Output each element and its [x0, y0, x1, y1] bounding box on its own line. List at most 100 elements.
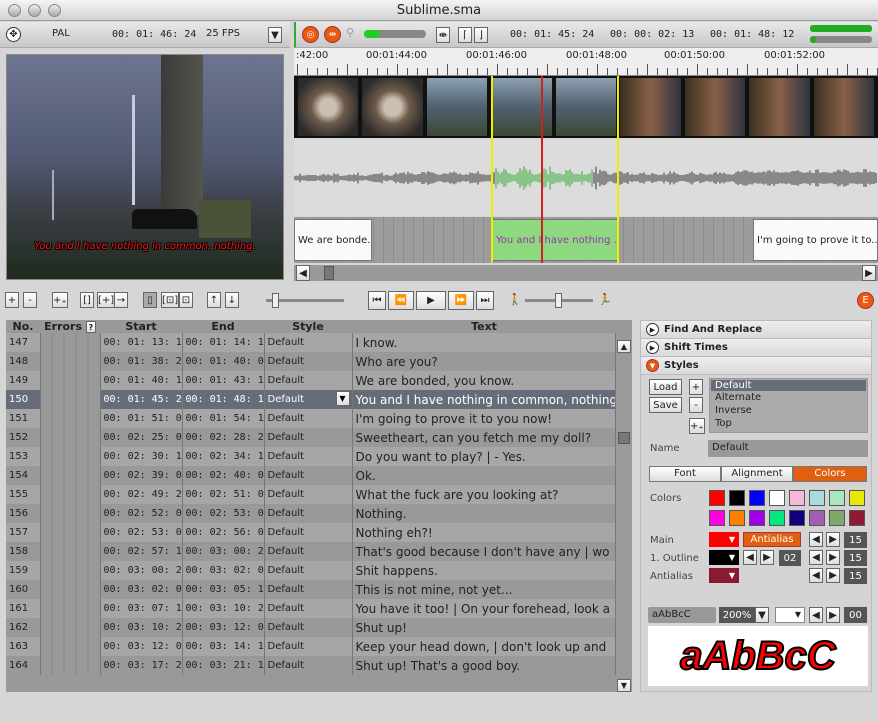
color-swatch[interactable] [789, 510, 805, 526]
table-scrollbar[interactable]: ▲ ▼ [616, 340, 632, 692]
color-swatch[interactable] [809, 510, 825, 526]
forward-button[interactable]: ⏩ [448, 291, 474, 310]
row-start[interactable]: 00: 01: 38: 21 [100, 352, 182, 371]
column-errors[interactable]: Errors ? [40, 320, 100, 333]
row-number[interactable]: 154 [6, 466, 40, 485]
table-row[interactable]: 155 00: 02: 49: 23 00: 02: 51: 08 Default Wh… [6, 485, 616, 504]
style-item[interactable]: Top [710, 417, 867, 430]
video-preview[interactable]: You and I have nothing in common, nothin… [6, 54, 284, 280]
zoom-button[interactable] [48, 4, 61, 17]
outline-alpha-decrease-button[interactable]: ◀ [809, 550, 823, 565]
row-number[interactable]: 153 [6, 447, 40, 466]
color-swatch[interactable] [729, 490, 745, 506]
color-swatch[interactable] [709, 510, 725, 526]
style-item[interactable]: Alternate [710, 392, 867, 404]
color-swatch[interactable] [849, 510, 865, 526]
row-style[interactable]: Default [264, 618, 352, 637]
row-number[interactable]: 150 [6, 390, 40, 409]
timeline-ruler[interactable]: :42:00 00:01:44:00 00:01:46:00 00:01:48:… [294, 48, 878, 76]
load-button[interactable]: Load [649, 379, 682, 395]
subtitle-segment-selected[interactable]: You and I have nothing .. [492, 219, 618, 261]
row-text[interactable]: Ok. [352, 466, 616, 485]
selection-end-marker[interactable] [617, 76, 619, 263]
row-number[interactable]: 152 [6, 428, 40, 447]
row-errors[interactable] [40, 599, 100, 618]
errors-help-button[interactable]: ? [86, 321, 96, 333]
row-text[interactable]: What the fuck are you looking at? [352, 485, 616, 504]
row-text[interactable]: Shut up! That's a good boy. [352, 656, 616, 675]
row-number[interactable]: 149 [6, 371, 40, 390]
row-number[interactable]: 158 [6, 542, 40, 561]
table-row[interactable]: 149 00: 01: 40: 10 00: 01: 43: 14 Default We… [6, 371, 616, 390]
add-button[interactable]: + [5, 292, 19, 308]
thumbnail-strip[interactable] [294, 76, 878, 138]
table-row[interactable]: 164 00: 03: 17: 21 00: 03: 21: 15 Default Sh… [6, 656, 616, 675]
row-text[interactable]: Keep your head down, | don't look up and [352, 637, 616, 656]
row-style[interactable]: Default ▼ [264, 390, 352, 409]
row-end[interactable]: 00: 03: 02: 04 [182, 561, 264, 580]
row-errors[interactable] [40, 618, 100, 637]
main-color-picker[interactable]: ▼ [709, 532, 739, 547]
row-end[interactable]: 00: 03: 14: 12 [182, 637, 264, 656]
insert-button[interactable]: +₊ [52, 292, 68, 308]
tab-colors[interactable]: Colors [793, 466, 867, 482]
close-button[interactable] [8, 4, 21, 17]
row-end[interactable]: 00: 02: 34: 10 [182, 447, 264, 466]
color-swatch[interactable] [849, 490, 865, 506]
row-number[interactable]: 164 [6, 656, 40, 675]
first-button[interactable]: ⏮ [368, 291, 386, 310]
row-number[interactable]: 155 [6, 485, 40, 504]
row-start[interactable]: 00: 02: 49: 23 [100, 485, 182, 504]
color-swatch[interactable] [809, 490, 825, 506]
volume-meter[interactable] [810, 25, 872, 32]
offset-increase-button[interactable]: ▶ [826, 607, 840, 623]
row-style[interactable]: Default [264, 485, 352, 504]
row-end[interactable]: 00: 01: 48: 12 [182, 390, 264, 409]
remove-style-button[interactable]: - [689, 397, 703, 413]
preview-zoom-dropdown[interactable]: ▼ [755, 607, 769, 623]
row-style[interactable]: Default [264, 447, 352, 466]
antialias-button[interactable]: Antialias [743, 532, 801, 547]
row-style[interactable]: Default [264, 466, 352, 485]
row-end[interactable]: 00: 02: 56: 09 [182, 523, 264, 542]
reset-button[interactable]: ⊡ [179, 292, 193, 308]
playhead[interactable] [541, 76, 543, 263]
color-swatch[interactable] [729, 510, 745, 526]
shift-times-section[interactable]: ▶ Shift Times [641, 339, 871, 357]
subtitle-segment[interactable]: I'm going to prove it to.. [753, 219, 878, 261]
row-end[interactable]: 00: 01: 14: 18 [182, 333, 264, 352]
antialias-increase-button[interactable]: ▶ [826, 568, 840, 583]
row-end[interactable]: 00: 03: 21: 15 [182, 656, 264, 675]
table-row[interactable]: 159 00: 03: 00: 22 00: 03: 02: 04 Default Sh… [6, 561, 616, 580]
selection-start-marker[interactable] [491, 76, 493, 263]
table-row[interactable]: 162 00: 03: 10: 24 00: 03: 12: 07 Default Sh… [6, 618, 616, 637]
row-end[interactable]: 00: 01: 40: 00 [182, 352, 264, 371]
row-text[interactable]: Sweetheart, can you fetch me my doll? [352, 428, 616, 447]
row-number[interactable]: 151 [6, 409, 40, 428]
color-swatch[interactable] [829, 510, 845, 526]
outline-increase-button[interactable]: ▶ [760, 550, 774, 565]
color-swatch[interactable] [749, 490, 765, 506]
row-errors[interactable] [40, 542, 100, 561]
row-errors[interactable] [40, 637, 100, 656]
row-start[interactable]: 00: 01: 45: 24 [100, 390, 182, 409]
row-text[interactable]: This is not mine, not yet... [352, 580, 616, 599]
color-swatch[interactable] [789, 490, 805, 506]
table-row[interactable]: 150 00: 01: 45: 24 00: 01: 48: 12 Default ▼ Y… [6, 390, 616, 409]
row-end[interactable]: 00: 02: 28: 22 [182, 428, 264, 447]
row-end[interactable]: 00: 02: 40: 05 [182, 466, 264, 485]
timeline-scrollbar[interactable]: ◀ ▶ [294, 265, 878, 281]
row-text[interactable]: Do you want to play? | - Yes. [352, 447, 616, 466]
row-errors[interactable] [40, 561, 100, 580]
scroll-right-button[interactable]: ▶ [862, 265, 876, 281]
background-dropdown[interactable]: ▼ [775, 607, 805, 623]
table-row[interactable]: 156 00: 02: 52: 03 00: 02: 53: 03 Default No… [6, 504, 616, 523]
table-row[interactable]: 160 00: 03: 02: 08 00: 03: 05: 15 Default Th… [6, 580, 616, 599]
row-errors[interactable] [40, 352, 100, 371]
zoom-slider[interactable] [364, 30, 426, 38]
row-start[interactable]: 00: 03: 02: 08 [100, 580, 182, 599]
row-start[interactable]: 00: 02: 52: 03 [100, 504, 182, 523]
split-button[interactable]: [⊡] [161, 292, 179, 308]
save-button[interactable]: Save [649, 397, 682, 413]
antialias-decrease-button[interactable]: ◀ [809, 568, 823, 583]
